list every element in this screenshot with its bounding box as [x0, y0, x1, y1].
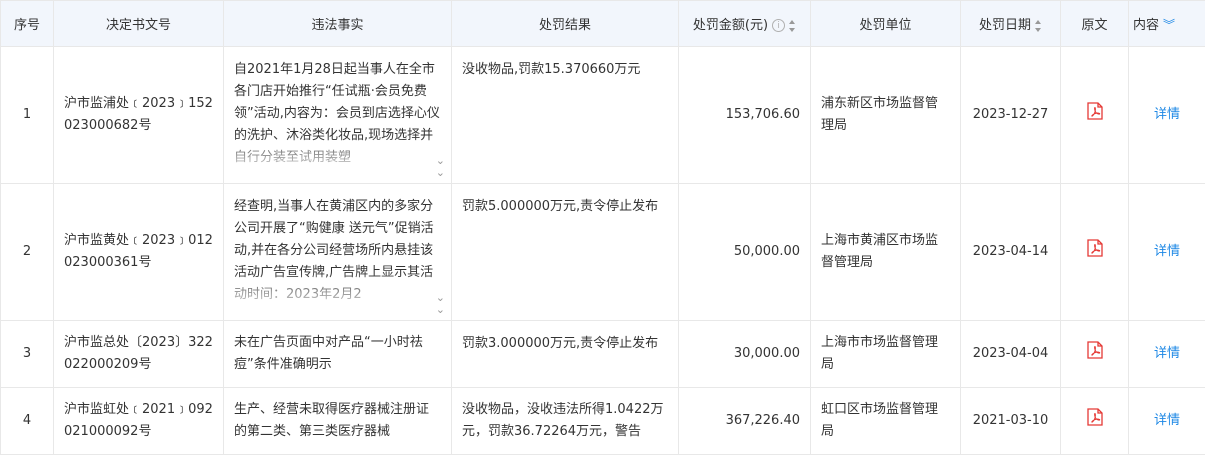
table-row: 2 沪市监黄处﹝2023﹞012023000361号 经查明,当事人在黄浦区内的…	[0, 183, 1205, 321]
row-date: 2023-04-04	[960, 320, 1061, 388]
col-result: 处罚结果	[451, 0, 679, 47]
row-original	[1060, 320, 1129, 388]
row-doc-no: 沪市监浦处﹝2023﹞152023000682号	[53, 46, 224, 184]
penalty-table: 序号 决定书文号 违法事实 处罚结果 处罚金额(元) i 处罚单位 处罚日期 原文…	[0, 0, 1205, 455]
row-amount: 50,000.00	[678, 183, 811, 321]
row-date: 2021-03-10	[960, 387, 1061, 455]
row-date: 2023-12-27	[960, 46, 1061, 184]
row-index: 3	[0, 320, 54, 388]
col-amount[interactable]: 处罚金额(元) i	[678, 0, 811, 47]
expand-chevron-icon[interactable]: ⌄ ⌄	[436, 155, 445, 179]
double-chevron-down-icon[interactable]: ︾	[1163, 18, 1175, 32]
row-result: 罚款5.000000万元,责令停止发布	[451, 183, 679, 321]
row-amount: 153,706.60	[678, 46, 811, 184]
detail-link[interactable]: 详情	[1128, 183, 1205, 321]
row-amount: 367,226.40	[678, 387, 811, 455]
row-facts: 未在广告页面中对产品“一小时祛痘”条件准确明示	[223, 320, 452, 388]
row-facts-cell: 经查明,当事人在黄浦区内的多家分公司开展了“购健康 送元气”促销活动,并在各分公…	[223, 183, 452, 321]
table-row: 4 沪市监虹处﹝2021﹞092021000092号 生产、经营未取得医疗器械注…	[0, 387, 1205, 455]
table-row: 3 沪市监总处〔2023〕322022000209号 未在广告页面中对产品“一小…	[0, 320, 1205, 388]
detail-link[interactable]: 详情	[1128, 46, 1205, 184]
facts-wrapper: 经查明,当事人在黄浦区内的多家分公司开展了“购健康 送元气”促销活动,并在各分公…	[234, 196, 445, 316]
row-original	[1060, 183, 1129, 321]
col-unit: 处罚单位	[810, 0, 961, 47]
pdf-icon[interactable]	[1086, 239, 1103, 265]
row-facts-cell: 自2021年1月28日起当事人在全市各门店开始推行“任试瓶·会员免费领”活动,内…	[223, 46, 452, 184]
pdf-icon[interactable]	[1086, 408, 1103, 434]
row-original	[1060, 46, 1129, 184]
row-result: 没收物品，没收违法所得1.0422万元，罚款36.72264万元，警告	[451, 387, 679, 455]
facts-wrapper: 自2021年1月28日起当事人在全市各门店开始推行“任试瓶·会员免费领”活动,内…	[234, 59, 445, 179]
col-original: 原文	[1060, 0, 1129, 47]
row-facts: 自2021年1月28日起当事人在全市各门店开始推行“任试瓶·会员免费领”活动,内…	[234, 62, 440, 165]
pdf-icon[interactable]	[1086, 102, 1103, 128]
row-result: 没收物品,罚款15.370660万元	[451, 46, 679, 184]
row-unit: 上海市市场监督管理局	[810, 320, 961, 388]
table-row: 1 沪市监浦处﹝2023﹞152023000682号 自2021年1月28日起当…	[0, 46, 1205, 184]
detail-link[interactable]: 详情	[1128, 387, 1205, 455]
row-original	[1060, 387, 1129, 455]
row-doc-no: 沪市监虹处﹝2021﹞092021000092号	[53, 387, 224, 455]
row-doc-no: 沪市监黄处﹝2023﹞012023000361号	[53, 183, 224, 321]
row-facts: 经查明,当事人在黄浦区内的多家分公司开展了“购健康 送元气”促销活动,并在各分公…	[234, 199, 434, 302]
col-index: 序号	[0, 0, 54, 47]
row-result: 罚款3.000000万元,责令停止发布	[451, 320, 679, 388]
pdf-icon[interactable]	[1086, 341, 1103, 367]
sort-icon[interactable]	[1035, 19, 1042, 32]
col-date[interactable]: 处罚日期	[960, 0, 1061, 47]
row-unit: 上海市黄浦区市场监督管理局	[810, 183, 961, 321]
row-facts: 生产、经营未取得医疗器械注册证的第二类、第三类医疗器械	[223, 387, 452, 455]
col-content: 内容 ︾	[1128, 0, 1205, 47]
row-amount: 30,000.00	[678, 320, 811, 388]
table-header: 序号 决定书文号 违法事实 处罚结果 处罚金额(元) i 处罚单位 处罚日期 原文…	[0, 0, 1205, 47]
sort-icon[interactable]	[789, 19, 796, 32]
row-doc-no: 沪市监总处〔2023〕322022000209号	[53, 320, 224, 388]
col-doc-no: 决定书文号	[53, 0, 224, 47]
row-unit: 浦东新区市场监督管理局	[810, 46, 961, 184]
col-facts: 违法事实	[223, 0, 452, 47]
row-index: 2	[0, 183, 54, 321]
row-date: 2023-04-14	[960, 183, 1061, 321]
info-icon[interactable]: i	[772, 19, 786, 32]
row-unit: 虹口区市场监督管理局	[810, 387, 961, 455]
detail-link[interactable]: 详情	[1128, 320, 1205, 388]
row-index: 4	[0, 387, 54, 455]
row-index: 1	[0, 46, 54, 184]
expand-chevron-icon[interactable]: ⌄ ⌄	[436, 292, 445, 316]
